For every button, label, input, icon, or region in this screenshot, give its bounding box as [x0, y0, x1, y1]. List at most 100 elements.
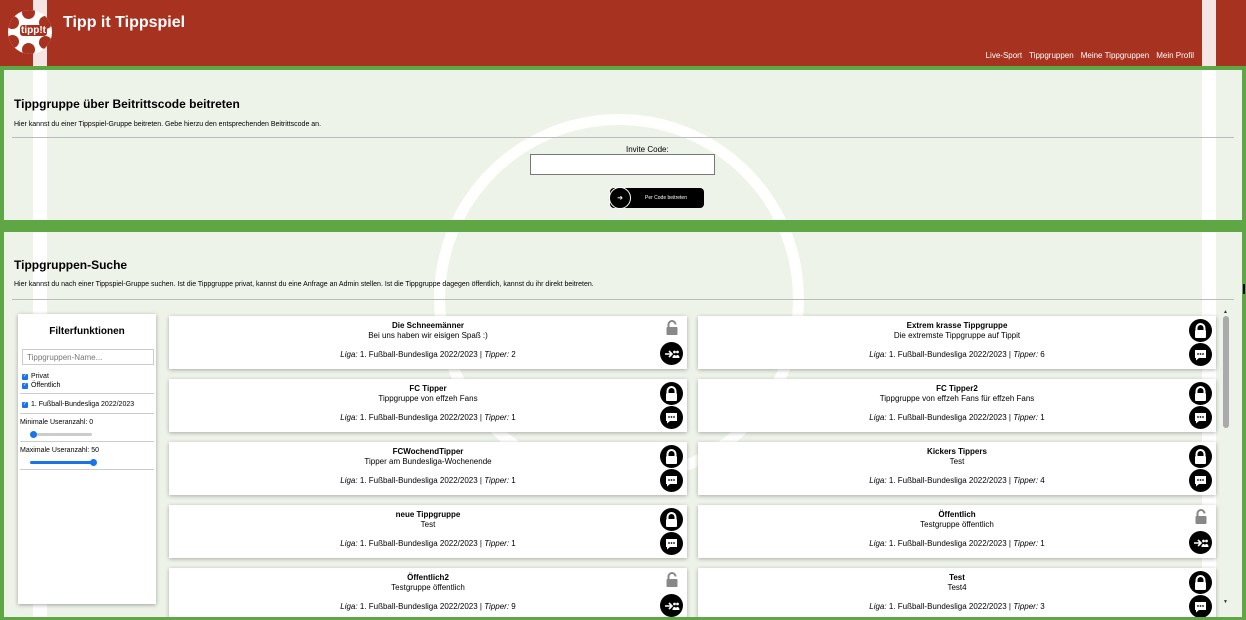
results-scrollbar[interactable] [1223, 316, 1229, 606]
liga-label: Liga: [340, 602, 358, 611]
invite-code-input[interactable] [530, 154, 715, 175]
tipper-count: 2 [511, 350, 516, 359]
request-access-lock-icon[interactable] [660, 508, 683, 531]
tipper-label: Tipper: [1013, 350, 1039, 359]
liga-value: 1. Fußball-Bundesliga 2022/2023 [359, 602, 478, 611]
checkbox-label: Öffentlich [31, 382, 61, 389]
chat-icon[interactable] [1189, 595, 1212, 617]
join-by-code-button[interactable]: ➜ Per Code beitreten [609, 187, 704, 209]
group-description: Bei uns haben wir eisigen Spaß :) [368, 331, 488, 340]
group-card: Öffentlich2 Testgruppe öffentlich Liga: 1.… [169, 568, 687, 617]
group-name: FC Tipper [409, 384, 447, 393]
group-card: Test Test4 Liga: 1. Fußball-Bundesliga 202… [698, 568, 1216, 617]
tipper-label: Tipper: [484, 476, 510, 485]
tipper-count: 1 [1040, 413, 1045, 422]
join-button-label: Per Code beitreten [645, 195, 687, 201]
request-access-lock-icon[interactable] [1189, 571, 1212, 594]
group-meta: Liga: 1. Fußball-Bundesliga 2022/2023 | … [869, 539, 1045, 548]
divider [20, 469, 154, 470]
liga-label: Liga: [340, 539, 358, 548]
join-description: Hier kannst du einer Tippspiel-Gruppe be… [14, 121, 322, 128]
join-group-icon[interactable] [660, 594, 683, 617]
liga-label: Liga: [869, 350, 887, 359]
group-meta: Liga: 1. Fußball-Bundesliga 2022/2023 | … [340, 413, 516, 422]
request-access-lock-icon[interactable] [1189, 319, 1212, 342]
request-access-lock-icon[interactable] [1189, 382, 1212, 405]
liga-label: Liga: [340, 413, 358, 422]
group-meta: Liga: 1. Fußball-Bundesliga 2022/2023 | … [869, 413, 1045, 422]
group-description: Test [420, 520, 436, 529]
tippit-logo-icon[interactable]: tipp!t [8, 10, 52, 54]
nav-live-sport[interactable]: Live-Sport [986, 51, 1022, 60]
scrollbar-thumb[interactable] [1223, 316, 1229, 428]
group-search-panel: Tippgruppen-Suche Hier kannst du nach ei… [4, 232, 1242, 617]
chat-icon[interactable] [1189, 469, 1212, 492]
app-title[interactable]: Tipp it Tippspiel [63, 14, 185, 32]
min-users-slider-handle[interactable] [30, 431, 37, 438]
group-description: Tippgruppe von effzeh Fans für effzeh Fa… [879, 394, 1035, 403]
group-description: Die extremste Tippgruppe auf Tippit [893, 331, 1021, 340]
liga-label: Liga: [869, 413, 887, 422]
nav-meine-tippgruppen[interactable]: Meine Tippgruppen [1081, 51, 1150, 60]
liga-label: Liga: [869, 476, 887, 485]
liga-value: 1. Fußball-Bundesliga 2022/2023 [888, 350, 1007, 359]
join-group-icon[interactable] [660, 342, 683, 365]
checkbox-label: Privat [31, 373, 49, 380]
checkbox-oeffentlich[interactable]: Öffentlich [22, 382, 60, 389]
field-stripe [1202, 70, 1216, 220]
checkbox-privat[interactable]: Privat [22, 373, 49, 380]
chat-icon[interactable] [660, 406, 683, 429]
group-card: FC Tipper2 Tippgruppe von effzeh Fans für… [698, 379, 1216, 432]
tipper-count: 9 [511, 602, 516, 611]
min-users-slider[interactable] [30, 433, 92, 436]
group-card: Die Schneemänner Bei uns haben wir eisige… [169, 316, 687, 369]
group-name: neue Tippgruppe [395, 510, 461, 519]
checkbox-league[interactable]: 1. Fußball-Bundesliga 2022/2023 [22, 401, 134, 408]
join-group-icon[interactable] [1189, 531, 1212, 554]
max-users-slider-handle[interactable] [90, 459, 97, 466]
group-name: FCWochendTipper [392, 447, 464, 456]
request-access-lock-icon[interactable] [660, 382, 683, 405]
request-access-lock-icon[interactable] [1189, 445, 1212, 468]
liga-value: 1. Fußball-Bundesliga 2022/2023 [359, 413, 478, 422]
chat-icon[interactable] [1189, 343, 1212, 366]
chat-icon[interactable] [660, 469, 683, 492]
liga-value: 1. Fußball-Bundesliga 2022/2023 [359, 539, 478, 548]
divider [20, 441, 154, 442]
unlocked-icon [665, 320, 679, 336]
scroll-down-arrow-icon[interactable]: ▼ [1223, 599, 1228, 605]
divider [12, 137, 1234, 138]
max-users-slider[interactable] [30, 461, 94, 464]
liga-label: Liga: [340, 476, 358, 485]
group-meta: Liga: 1. Fußball-Bundesliga 2022/2023 | … [869, 602, 1045, 611]
scroll-up-arrow-icon[interactable]: ▲ [1223, 309, 1228, 315]
liga-value: 1. Fußball-Bundesliga 2022/2023 [359, 476, 478, 485]
field-stripe [33, 70, 47, 220]
chat-icon[interactable] [1189, 406, 1212, 429]
group-name-search-input[interactable]: Tippgruppen-Name... [22, 349, 154, 365]
group-meta: Liga: 1. Fußball-Bundesliga 2022/2023 | … [869, 476, 1045, 485]
request-access-lock-icon[interactable] [660, 445, 683, 468]
checkbox-checked-icon[interactable] [22, 373, 28, 380]
liga-label: Liga: [869, 539, 887, 548]
nav-mein-profil[interactable]: Mein Profil [1156, 51, 1194, 60]
group-name: Öffentlich2 [407, 573, 449, 582]
group-card: FCWochendTipper Tipper am Bundesliga-Woch… [169, 442, 687, 495]
group-description: Testgruppe öffentlich [391, 583, 465, 592]
header-stripe [1202, 0, 1216, 66]
liga-value: 1. Fußball-Bundesliga 2022/2023 [888, 413, 1007, 422]
group-name: Extrem krasse Tippgruppe [906, 321, 1008, 330]
unlocked-icon [665, 572, 679, 588]
search-title: Tippgruppen-Suche [14, 258, 128, 272]
nav-tippgruppen[interactable]: Tippgruppen [1029, 51, 1074, 60]
divider [20, 393, 154, 394]
join-group-icon: ➜ [609, 187, 631, 209]
app-header: tipp!t Tipp it Tippspiel Live-Sport Tipp… [0, 0, 1246, 66]
liga-value: 1. Fußball-Bundesliga 2022/2023 [888, 539, 1007, 548]
chat-icon[interactable] [660, 532, 683, 555]
tipper-label: Tipper: [1013, 476, 1039, 485]
checkbox-checked-icon[interactable] [22, 382, 28, 389]
checkbox-checked-icon[interactable] [22, 401, 28, 408]
liga-value: 1. Fußball-Bundesliga 2022/2023 [888, 602, 1007, 611]
filter-panel: Filterfunktionen Tippgruppen-Name... Pri… [18, 314, 156, 604]
